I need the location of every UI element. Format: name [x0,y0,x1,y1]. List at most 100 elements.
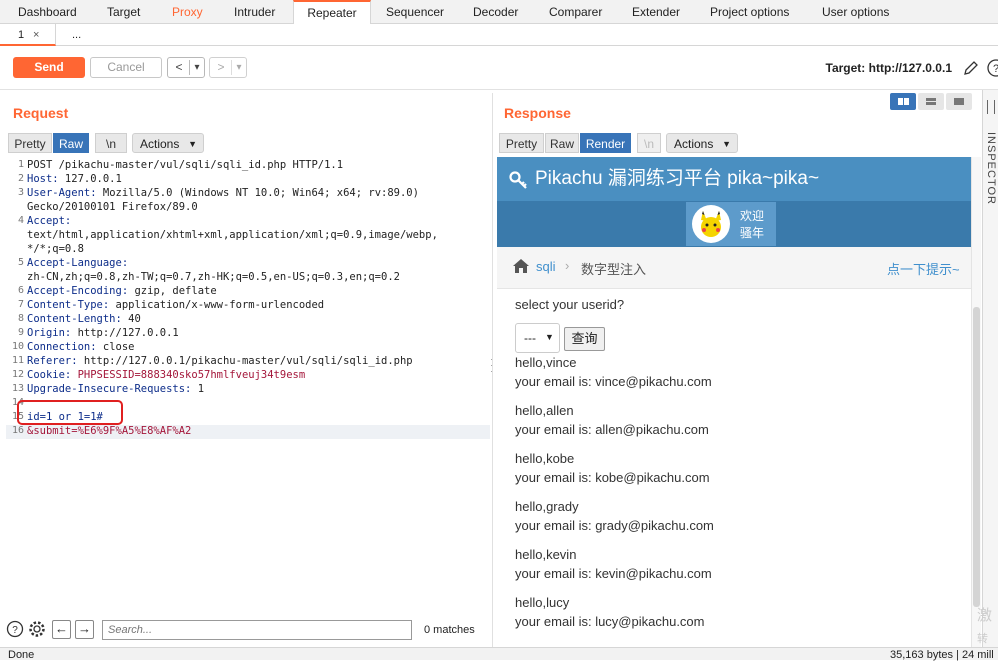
line-number: 13 [11,383,24,394]
tab-extender[interactable]: Extender [632,0,680,24]
request-newline-toggle[interactable]: \n [95,133,127,153]
help-icon[interactable]: ? [986,58,998,78]
header-value: close [96,341,135,353]
result-hello: hello,kevin [515,547,577,562]
request-line[interactable]: 6 Accept-Encoding: gzip, deflate [6,285,490,299]
request-raw-tab[interactable]: Raw [53,133,89,153]
tab-comparer[interactable]: Comparer [549,0,602,24]
header-name: Upgrade-Insecure-Requests: [27,383,192,395]
header-value: Mozilla/5.0 (Windows NT 10.0; Win64; x64… [96,187,419,199]
repeater-tab-new[interactable]: ... [72,24,81,46]
layout-tabs-button[interactable] [946,93,972,110]
chevron-down-icon: ▼ [545,332,554,342]
tab-target[interactable]: Target [107,0,140,24]
annotation-highlight-box [17,400,123,425]
request-line[interactable]: 2 Host: 127.0.0.1 [6,173,490,187]
search-match-count: 0 matches [424,624,475,636]
gear-icon[interactable] [27,619,47,639]
inspector-grip-icon[interactable] [987,100,995,114]
request-line[interactable]: 8 Content-Length: 40 [6,313,490,327]
forward-button[interactable]: > ▾ [209,57,247,78]
request-line[interactable]: 10 Connection: close [6,341,490,355]
request-line-text: text/html,application/xhtml+xml,applicat… [27,229,438,241]
search-next-button[interactable]: → [75,620,94,639]
request-line[interactable]: */*;q=0.8 [6,243,490,257]
result-email: your email is: vince@pikachu.com [515,374,712,389]
request-line[interactable]: zh-CN,zh;q=0.8,zh-TW;q=0.7,zh-HK;q=0.5,e… [6,271,490,285]
layout-stacked-button[interactable] [918,93,944,110]
hint-link[interactable]: 点一下提示~ [887,259,960,278]
cancel-button[interactable]: Cancel [90,57,162,78]
request-line[interactable]: 4 Accept: [6,215,490,229]
line-number: 16 [11,425,24,436]
result-hello: hello,allen [515,403,574,418]
request-line[interactable]: 3 User-Agent: Mozilla/5.0 (Windows NT 10.… [6,187,490,201]
request-line-text: Accept-Encoding: gzip, deflate [27,285,217,297]
request-line-text: Referer: http://127.0.0.1/pikachu-master… [27,355,413,367]
result-email: your email is: grady@pikachu.com [515,518,714,533]
header-name: Host: [27,173,59,185]
request-editor[interactable]: 1 POST /pikachu-master/vul/sqli/sqli_id.p… [6,157,490,612]
tab-intruder[interactable]: Intruder [234,0,275,24]
query-button[interactable]: 查询 [564,327,605,351]
request-line[interactable]: 11 Referer: http://127.0.0.1/pikachu-mast… [6,355,490,369]
request-line[interactable]: 13 Upgrade-Insecure-Requests: 1 [6,383,490,397]
back-button[interactable]: < ▾ [167,57,205,78]
request-actions-menu[interactable]: Actions ▼ [132,133,204,153]
request-line[interactable]: text/html,application/xhtml+xml,applicat… [6,229,490,243]
response-pretty-tab[interactable]: Pretty [499,133,544,153]
request-pretty-tab[interactable]: Pretty [8,133,52,153]
forward-arrow-icon: > [217,60,225,74]
breadcrumb-sqli-link[interactable]: sqli [536,259,556,274]
home-icon[interactable] [512,258,530,274]
search-input[interactable] [102,620,412,640]
request-line[interactable]: 5 Accept-Language: [6,257,490,271]
edit-target-icon[interactable] [962,59,980,77]
search-previous-button[interactable]: ← [52,620,71,639]
request-line[interactable]: Gecko/20100101 Firefox/89.0 [6,201,490,215]
tab-decoder[interactable]: Decoder [473,0,518,24]
request-line-text: Cookie: PHPSESSID=888340sko57hmlfveuj34t… [27,369,305,381]
request-line[interactable]: 7 Content-Type: application/x-www-form-ur… [6,299,490,313]
scrollbar-thumb[interactable] [973,307,980,607]
request-line[interactable]: 1 POST /pikachu-master/vul/sqli/sqli_id.p… [6,159,490,173]
header-value: application/x-www-form-urlencoded [109,299,325,311]
response-scrollbar[interactable] [971,157,981,655]
header-value: 1 [191,383,205,395]
repeater-tab-1[interactable]: 1 × [0,24,56,46]
userid-select[interactable]: --- ▼ [515,323,560,353]
side-watermark-2: 转 [977,633,988,645]
layout-side-by-side-button[interactable] [890,93,916,110]
splitter-handle-icon[interactable]: · · · [490,355,493,376]
header-name: Content-Length: [27,313,122,325]
response-raw-tab[interactable]: Raw [545,133,579,153]
tab-user-options[interactable]: User options [822,0,889,24]
chevron-down-icon[interactable]: ▾ [191,58,203,77]
request-line[interactable]: 9 Origin: http://127.0.0.1 [6,327,490,341]
close-icon[interactable]: × [33,24,39,46]
main-tab-bar: Dashboard Target Proxy Intruder Repeater… [0,0,998,25]
response-actions-menu[interactable]: Actions ▼ [666,133,738,153]
repeater-tab-bar: 1 × ... [0,24,998,46]
line-number: 1 [17,159,24,170]
tab-repeater[interactable]: Repeater [293,0,371,25]
request-line[interactable]: 16 &submit=%E6%9F%A5%E8%AF%A2 [6,425,490,439]
result-hello: hello,lucy [515,595,570,610]
line-number: 2 [17,173,24,184]
tab-proxy[interactable]: Proxy [172,0,203,24]
line-number: 9 [17,327,24,338]
chevron-down-icon[interactable]: ▾ [233,58,245,77]
userid-select-value: --- [524,331,536,345]
response-render-tab[interactable]: Render [580,133,631,153]
request-line-text: POST /pikachu-master/vul/sqli/sqli_id.ph… [27,159,343,171]
help-icon[interactable]: ? [6,620,24,638]
send-button[interactable]: Send [13,57,85,78]
tab-dashboard[interactable]: Dashboard [18,0,77,24]
header-name: Origin: [27,327,72,339]
tab-project-options[interactable]: Project options [710,0,789,24]
inspector-tab[interactable]: INSPECTOR [985,132,997,205]
target-label: Target: http://127.0.0.1 [825,61,952,75]
request-line[interactable]: 12 Cookie: PHPSESSID=888340sko57hmlfveuj3… [6,369,490,383]
tab-sequencer[interactable]: Sequencer [386,0,444,24]
header-value: &submit=%E6%9F%A5%E8%AF%A2 [27,425,192,437]
